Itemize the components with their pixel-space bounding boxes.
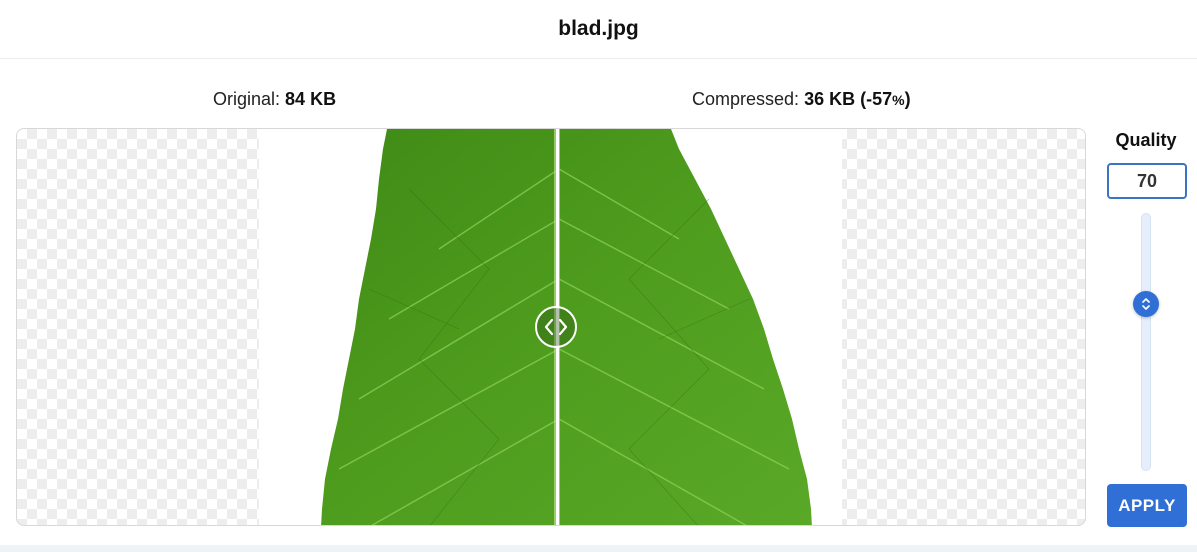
reduction-percent: (-57%): [860, 89, 911, 109]
original-size-label: Original: 84 KB: [213, 89, 336, 110]
quality-label: Quality: [1115, 130, 1177, 150]
bottom-bar: [0, 545, 1197, 552]
file-title: blad.jpg: [558, 17, 639, 40]
up-down-arrows-icon: [1142, 298, 1150, 310]
quality-slider-track[interactable]: [1141, 213, 1151, 471]
quality-input[interactable]: [1107, 163, 1187, 199]
chevron-left-right-icon: [544, 318, 568, 336]
header-bar: blad.jpg: [0, 0, 1197, 59]
compare-handle[interactable]: [535, 306, 577, 348]
original-size-value: 84 KB: [285, 89, 337, 109]
quality-panel: Quality APPLY: [1100, 128, 1197, 528]
original-label-text: Original:: [213, 89, 281, 109]
compressed-label-text: Compressed:: [692, 89, 800, 109]
apply-button[interactable]: APPLY: [1107, 484, 1187, 527]
compressed-size-value: 36 KB: [804, 89, 856, 109]
image-compare-viewer[interactable]: [16, 128, 1086, 526]
quality-slider-thumb[interactable]: [1133, 291, 1159, 317]
compressed-size-label: Compressed: 36 KB (-57%): [692, 89, 911, 110]
